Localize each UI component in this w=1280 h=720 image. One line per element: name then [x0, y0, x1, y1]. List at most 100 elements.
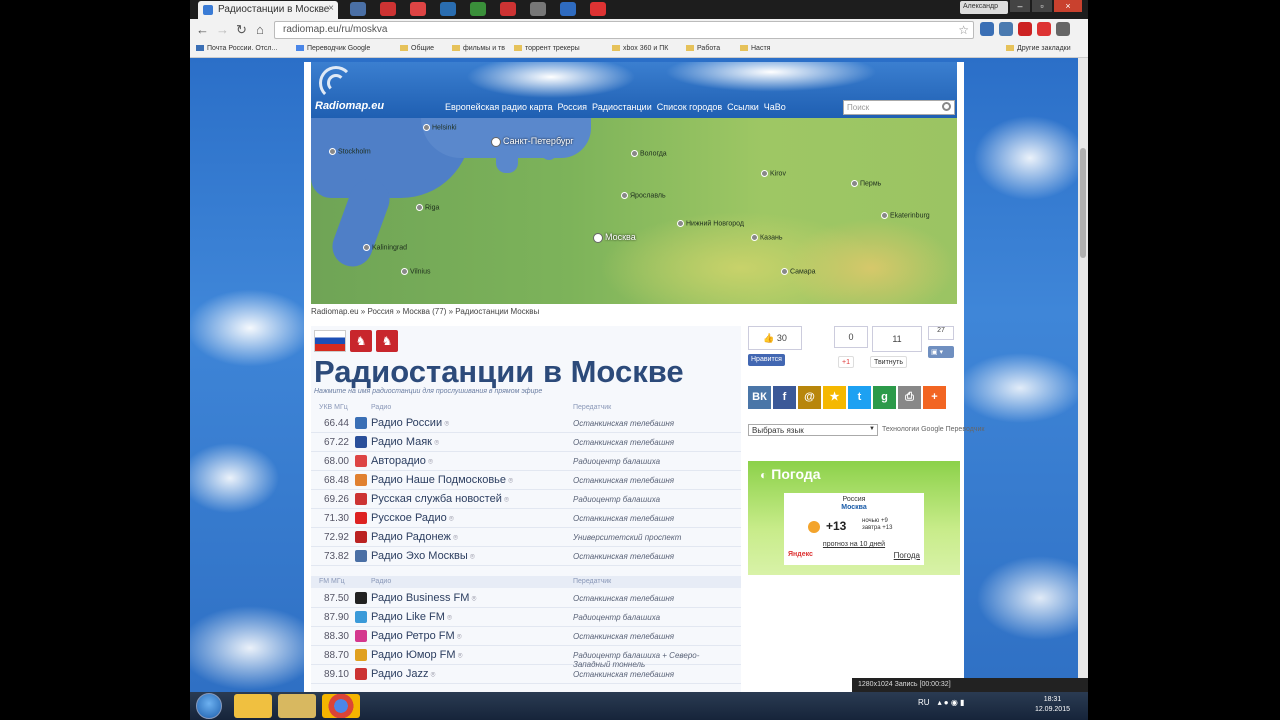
map-city[interactable]: Ekaterinburg	[881, 212, 930, 219]
map-city[interactable]: Helsinki	[423, 124, 457, 131]
share-button[interactable]: ▣ ▾	[928, 346, 954, 358]
map-city[interactable]: Ярославль	[621, 192, 666, 199]
page-scrollbar[interactable]	[1078, 58, 1088, 692]
google-translate-credit[interactable]: Технологии Google Переводчик	[882, 426, 984, 433]
station-name-link[interactable]: Радио Ретро FM	[371, 630, 462, 642]
vk-icon[interactable]: ВК	[748, 386, 771, 409]
tray-icons[interactable]: ▴ ● ◉ ▮	[938, 698, 965, 707]
station-name-link[interactable]: Авторадио	[371, 455, 433, 467]
gplus-button[interactable]: +1	[838, 356, 854, 368]
table-row[interactable]: 87.50 Радио Business FM Останкинская телеб…	[311, 589, 741, 608]
map-city[interactable]: Riga	[416, 204, 439, 211]
language-select[interactable]: Выбрать язык	[748, 424, 878, 436]
minimize-icon[interactable]: –	[1010, 0, 1030, 12]
yandex-logo[interactable]: Яндекс	[788, 551, 813, 558]
table-row[interactable]: 87.90 Радио Like FM Радиоцентр балашиха	[311, 608, 741, 627]
table-row[interactable]: 88.70Радио Юмор FMРадиоцентр балашиха + …	[311, 646, 741, 669]
bookmark-folder[interactable]: торрент трекеры	[514, 45, 580, 52]
nav-item[interactable]: Европейская радио карта	[445, 102, 553, 112]
map-city[interactable]: Stockholm	[329, 148, 371, 155]
bookmark-folder[interactable]: Настя	[740, 45, 770, 52]
forecast-link[interactable]: прогноз на 10 дней	[784, 541, 924, 548]
map-city[interactable]: Казань	[751, 234, 783, 241]
user-button[interactable]: Александр	[960, 1, 1008, 14]
nav-item[interactable]: Список городов	[657, 102, 722, 112]
bookmark-folder[interactable]: фильмы и тв	[452, 45, 505, 52]
bookmark-item[interactable]: Переводчик Google	[296, 45, 370, 52]
clock[interactable]: 18:31 12.09.2015	[1035, 695, 1070, 715]
table-row[interactable]: 88.30 Радио Ретро FM Останкинская телебашн…	[311, 627, 741, 646]
weather-link[interactable]: Погода	[894, 551, 920, 560]
extension-icon[interactable]	[1037, 22, 1051, 36]
table-row[interactable]: 68.00 Авторадио Радиоцентр балашиха	[311, 452, 741, 471]
table-row[interactable]: 69.26 Русская служба новостей Радиоцентр б…	[311, 490, 741, 509]
menu-icon[interactable]	[1056, 22, 1070, 36]
nav-item[interactable]: ЧаВо	[764, 102, 786, 112]
station-name-link[interactable]: Русская служба новостей	[371, 493, 509, 505]
weather-city[interactable]: Москва	[784, 504, 924, 511]
station-name-link[interactable]: Радио Business FM	[371, 592, 476, 604]
print-icon[interactable]: ⎙	[898, 386, 921, 409]
nav-item[interactable]: Радиостанции	[592, 102, 652, 112]
pinned-tab-icon[interactable]	[410, 2, 426, 16]
favorite-icon[interactable]: ★	[823, 386, 846, 409]
close-tab-icon[interactable]: ×	[328, 3, 334, 14]
station-name-link[interactable]: Радио Like FM	[371, 611, 452, 623]
table-row[interactable]: 72.92 Радио Радонеж Университетский проспе…	[311, 528, 741, 547]
back-icon[interactable]: ←	[196, 22, 209, 37]
tab-active[interactable]: Радиостанции в Москве ×	[198, 1, 338, 19]
maximize-icon[interactable]: ▫	[1032, 0, 1052, 12]
bookmark-folder[interactable]: xbox 360 и ПК	[612, 45, 668, 52]
chrome-icon[interactable]	[322, 694, 360, 718]
home-icon[interactable]: ⌂	[256, 22, 264, 37]
station-name-link[interactable]: Радио Эхо Москвы	[371, 550, 475, 562]
weather-card[interactable]: Россия Москва +13 ночью +9 завтра +13 пр…	[784, 493, 924, 565]
extension-icon[interactable]	[999, 22, 1013, 36]
moscow-oblast-coat-of-arms-icon[interactable]: ♞	[376, 330, 398, 352]
bookmark-folder[interactable]: Общие	[400, 45, 434, 52]
map-city[interactable]: Пермь	[851, 180, 881, 187]
radio-map[interactable]: Helsinki Stockholm Riga Санкт-Петербург …	[311, 118, 957, 304]
pinned-tab-icon[interactable]	[590, 2, 606, 16]
other-bookmarks[interactable]: Другие закладки	[1006, 45, 1071, 52]
search-icon[interactable]	[942, 102, 951, 111]
station-name-link[interactable]: Радио Наше Подмосковье	[371, 474, 513, 486]
tweet-button[interactable]: Твитнуть	[870, 356, 908, 368]
station-name-link[interactable]: Радио России	[371, 417, 449, 429]
bookmark-star-icon[interactable]: ☆	[958, 23, 969, 37]
site-logo[interactable]: Radiomap.eu	[315, 100, 384, 112]
map-city[interactable]: Санкт-Петербург	[491, 136, 574, 147]
pinned-tab-icon[interactable]	[470, 2, 486, 16]
table-row[interactable]: 67.22 Радио Маяк Останкинская телебашня	[311, 433, 741, 452]
media-player-icon[interactable]	[234, 694, 272, 718]
map-city[interactable]: Kirov	[761, 170, 786, 177]
map-city[interactable]: Вологда	[631, 150, 667, 157]
pinned-tab-icon[interactable]	[500, 2, 516, 16]
nav-item[interactable]: Россия	[558, 102, 588, 112]
station-name-link[interactable]: Радио Маяк	[371, 436, 439, 448]
table-row[interactable]: 89.10 Радио Jazz Останкинская телебашня	[311, 665, 741, 684]
bookmark-item[interactable]: Почта России. Отсл...	[196, 45, 277, 52]
twitter-icon[interactable]: t	[848, 386, 871, 409]
table-row[interactable]: 68.48 Радио Наше Подмосковье Останкинская …	[311, 471, 741, 490]
forward-icon[interactable]: →	[216, 22, 229, 37]
station-name-link[interactable]: Радио Jazz	[371, 668, 435, 680]
extension-icon[interactable]	[1018, 22, 1032, 36]
moscow-coat-of-arms-icon[interactable]: ♞	[350, 330, 372, 352]
facebook-icon[interactable]: f	[773, 386, 796, 409]
pinned-tab-icon[interactable]	[530, 2, 546, 16]
russia-flag-icon[interactable]	[314, 330, 346, 352]
map-city[interactable]: Vilnius	[401, 268, 431, 275]
google-icon[interactable]: g	[873, 386, 896, 409]
station-name-link[interactable]: Радио Радонеж	[371, 531, 458, 543]
station-name-link[interactable]: Радио Юмор FM	[371, 649, 463, 661]
explorer-icon[interactable]	[278, 694, 316, 718]
pinned-tab-icon[interactable]	[560, 2, 576, 16]
map-city[interactable]: Kaliningrad	[363, 244, 407, 251]
table-row[interactable]: 66.44 Радио России Останкинская телебашня	[311, 414, 741, 433]
table-row[interactable]: 73.82 Радио Эхо Москвы Останкинская телеба…	[311, 547, 741, 566]
nav-item[interactable]: Ссылки	[727, 102, 759, 112]
more-share-icon[interactable]: +	[923, 386, 946, 409]
language-indicator[interactable]: RU	[918, 698, 930, 707]
mail-icon[interactable]: @	[798, 386, 821, 409]
